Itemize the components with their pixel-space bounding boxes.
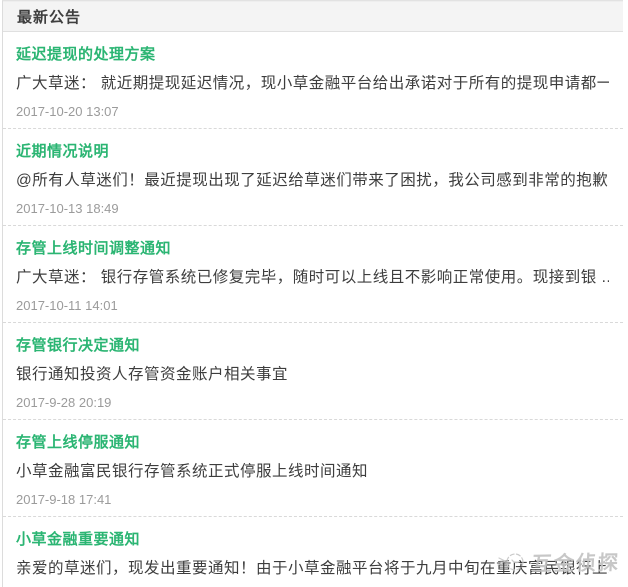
announcement-panel: 最新公告 延迟提现的处理方案广大草迷： 就近期提现延迟情况，现小草金融平台给出承…: [2, 0, 623, 587]
announcement-item[interactable]: 存管上线时间调整通知广大草迷： 银行存管系统已修复完毕，随时可以上线且不影响正常…: [3, 226, 623, 323]
announcement-date: 2017-10-11 14:01: [16, 298, 609, 314]
announcement-title-link[interactable]: 近期情况说明: [16, 143, 609, 161]
announcement-item[interactable]: 存管银行决定通知银行通知投资人存管资金账户相关事宜 2017-9-28 20:19: [3, 323, 623, 420]
announcement-title-link[interactable]: 存管上线停服通知: [16, 434, 609, 452]
announcement-title-link[interactable]: 存管上线时间调整通知: [16, 240, 609, 258]
announcement-summary: 银行通知投资人存管资金账户相关事宜: [16, 365, 609, 385]
announcement-list: 延迟提现的处理方案广大草迷： 就近期提现延迟情况，现小草金融平台给出承诺对于所有…: [3, 32, 623, 587]
announcement-summary: 亲爱的草迷们，现发出重要通知！由于小草金融平台将于九月中旬在重庆富民银行上线银行…: [16, 559, 609, 579]
announcement-date: 2017-9-28 20:19: [16, 395, 609, 411]
announcement-item[interactable]: 小草金融重要通知亲爱的草迷们，现发出重要通知！由于小草金融平台将于九月中旬在重庆…: [3, 517, 623, 587]
announcement-date: 2017-10-20 13:07: [16, 104, 609, 120]
announcement-summary: @所有人草迷们！最近提现出现了延迟给草迷们带来了困扰，我公司感到非常的抱歉，目前…: [16, 171, 609, 191]
announcement-summary: 广大草迷： 就近期提现延迟情况，现小草金融平台给出承诺对于所有的提现申请都一视 …: [16, 74, 609, 94]
announcement-item[interactable]: 存管上线停服通知小草金融富民银行存管系统正式停服上线时间通知 2017-9-18 …: [3, 420, 623, 517]
announcement-summary: 小草金融富民银行存管系统正式停服上线时间通知: [16, 462, 609, 482]
announcement-date: 2017-9-18 17:41: [16, 492, 609, 508]
announcement-summary: 广大草迷： 银行存管系统已修复完毕，随时可以上线且不影响正常使用。现接到银 ..…: [16, 268, 609, 288]
announcement-title-link[interactable]: 存管银行决定通知: [16, 337, 609, 355]
announcement-item[interactable]: 近期情况说明 @所有人草迷们！最近提现出现了延迟给草迷们带来了困扰，我公司感到非常…: [3, 129, 623, 226]
announcement-item[interactable]: 延迟提现的处理方案广大草迷： 就近期提现延迟情况，现小草金融平台给出承诺对于所有…: [3, 32, 623, 129]
announcement-title-link[interactable]: 小草金融重要通知: [16, 531, 609, 549]
panel-title: 最新公告: [17, 9, 81, 26]
panel-header: 最新公告: [3, 1, 623, 32]
announcement-title-link[interactable]: 延迟提现的处理方案: [16, 46, 609, 64]
announcement-date: 2017-10-13 18:49: [16, 201, 609, 217]
